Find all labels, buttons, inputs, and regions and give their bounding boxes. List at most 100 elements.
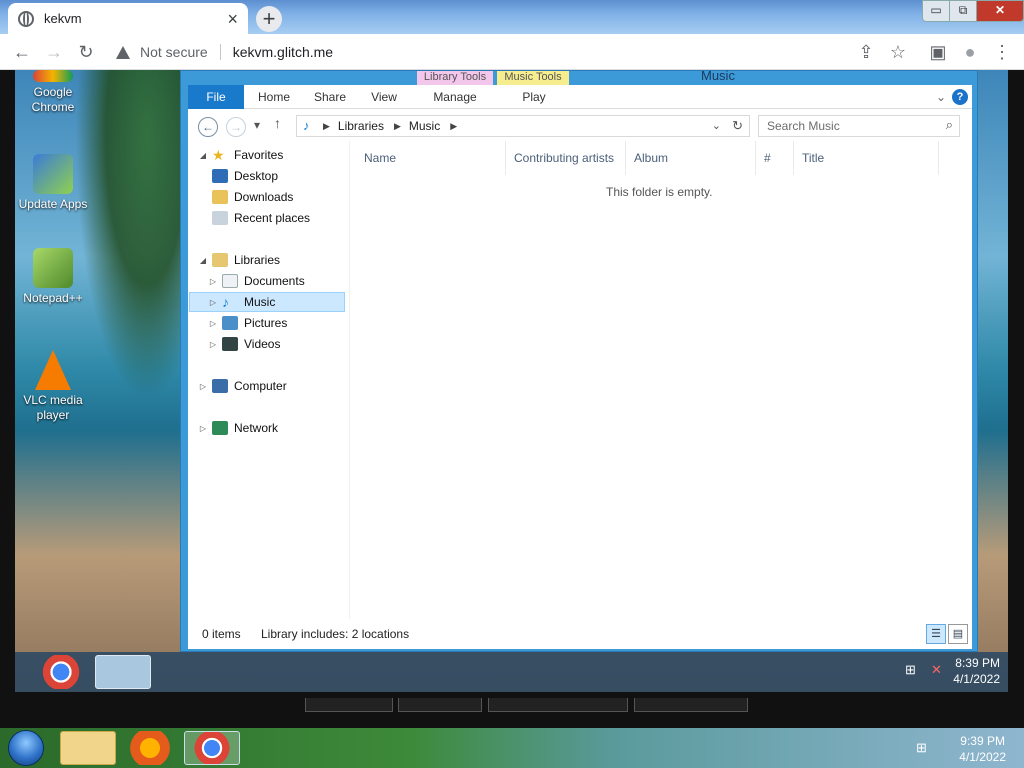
nav-music[interactable]: ▷ ♪ Music — [189, 292, 345, 312]
tab-file[interactable]: File — [188, 85, 244, 109]
nav-recent-places[interactable]: Recent places — [208, 208, 310, 228]
music-tools-context-tab[interactable]: Music Tools — [497, 71, 569, 85]
breadcrumb-separator-icon[interactable]: ▶ — [323, 121, 330, 132]
reload-icon[interactable]: ↻ — [76, 42, 96, 62]
column-header-track-number[interactable]: # — [756, 141, 794, 175]
nav-pictures[interactable]: ▷ Pictures — [208, 313, 287, 333]
firefox-taskbar-icon[interactable] — [122, 731, 178, 765]
kvm-control-button[interactable] — [398, 698, 482, 712]
column-header-title[interactable]: Title — [794, 141, 939, 175]
refresh-icon[interactable]: ↻ — [732, 118, 743, 134]
nav-documents[interactable]: ▷ Documents — [208, 271, 305, 291]
desktop-icon-update-apps[interactable]: Update Apps — [15, 154, 91, 212]
desktop-icon-notepadpp[interactable]: Notepad++ — [15, 248, 91, 306]
browser-toolbar: ← → ↻ Not secure kekvm.glitch.me ⇪ ☆ ▣ ●… — [0, 34, 1024, 70]
volume-muted-icon[interactable]: ✕ — [931, 662, 947, 678]
forward-icon[interactable]: → — [44, 42, 64, 62]
address-bar[interactable]: Not secure kekvm.glitch.me — [108, 38, 918, 66]
search-music-input[interactable]: Search Music ⌕ — [758, 115, 960, 137]
details-view-icon[interactable]: ☰ — [926, 624, 946, 644]
profile-icon[interactable]: ● — [960, 42, 980, 62]
kvm-control-button[interactable] — [634, 698, 748, 712]
address-dropdown-icon[interactable]: ⌄ — [712, 119, 721, 132]
nav-libraries[interactable]: ◢ Libraries — [198, 250, 280, 270]
breadcrumb-separator-icon[interactable]: ▶ — [394, 121, 401, 132]
help-icon[interactable]: ? — [952, 89, 968, 105]
expand-arrow-icon[interactable]: ▷ — [198, 382, 208, 391]
expand-arrow-icon[interactable]: ▷ — [208, 277, 218, 286]
expand-arrow-icon[interactable]: ▷ — [208, 319, 218, 328]
nav-favorites[interactable]: ◢ ★ Favorites — [198, 145, 283, 165]
minimize-button[interactable]: ▭ — [922, 0, 950, 22]
videos-icon — [222, 337, 238, 351]
kvm-control-button[interactable] — [488, 698, 628, 712]
file-explorer-taskbar-icon[interactable] — [95, 655, 151, 689]
nav-label: Computer — [234, 379, 287, 393]
column-header-album[interactable]: Album — [626, 141, 756, 175]
share-icon[interactable]: ⇪ — [856, 42, 876, 62]
nav-downloads[interactable]: Downloads — [208, 187, 293, 207]
nav-desktop[interactable]: Desktop — [208, 166, 278, 186]
nav-label: Pictures — [244, 316, 288, 330]
tab-close-icon[interactable]: × — [227, 10, 238, 28]
desktop-icon-label: Google Chrome — [31, 85, 75, 114]
nav-computer[interactable]: ▷ Computer — [198, 376, 287, 396]
bookmark-star-icon[interactable]: ☆ — [888, 42, 908, 62]
breadcrumb-music[interactable]: Music — [409, 119, 440, 133]
column-header-name[interactable]: Name — [356, 141, 506, 175]
music-note-icon: ♪ — [222, 294, 229, 310]
start-button[interactable] — [8, 730, 44, 766]
explorer-address-bar[interactable]: ♪ ▶ Libraries ▶ Music ▶ ⌄ ↻ — [296, 115, 750, 137]
library-locations: Library includes: 2 locations — [261, 627, 410, 641]
tab-view[interactable]: View — [362, 85, 406, 109]
side-panel-icon[interactable]: ▣ — [928, 42, 948, 62]
remote-desktop-viewport[interactable]: Google Chrome Update Apps Notepad++ VLC … — [0, 70, 1024, 698]
kvm-control-strip — [0, 698, 1024, 728]
breadcrumb-libraries[interactable]: Libraries — [338, 119, 384, 133]
breadcrumb-separator-icon[interactable]: ▶ — [450, 121, 457, 132]
url-text[interactable]: kekvm.glitch.me — [233, 44, 333, 60]
network-tray-icon[interactable]: ⊞ — [916, 740, 932, 756]
expand-arrow-icon[interactable]: ▷ — [208, 298, 218, 307]
column-header-contributing-artists[interactable]: Contributing artists — [506, 141, 626, 175]
chrome-taskbar-icon[interactable] — [184, 731, 240, 765]
up-arrow-icon[interactable]: ↑ — [274, 115, 281, 131]
forward-arrow-icon[interactable]: → — [226, 117, 246, 137]
recent-locations-chevron-icon[interactable]: ▾ — [254, 118, 260, 132]
collapse-arrow-icon[interactable]: ◢ — [198, 256, 208, 265]
security-label[interactable]: Not secure — [140, 44, 208, 60]
desktop-icon-chrome[interactable]: Google Chrome — [15, 70, 91, 115]
tab-manage[interactable]: Manage — [420, 85, 490, 109]
nav-videos[interactable]: ▷ Videos — [208, 334, 280, 354]
restore-button[interactable]: ⧉ — [949, 0, 977, 22]
new-tab-button[interactable]: + — [256, 6, 282, 32]
ribbon-expand-chevron-icon[interactable]: ⌄ — [936, 90, 946, 104]
chrome-taskbar-icon[interactable] — [33, 655, 89, 689]
large-icons-view-icon[interactable]: ▤ — [948, 624, 968, 644]
nav-network[interactable]: ▷ Network — [198, 418, 278, 438]
remote-clock[interactable]: 8:39 PM 4/1/2022 — [953, 655, 1000, 687]
tab-home[interactable]: Home — [250, 85, 298, 109]
file-explorer-taskbar-icon[interactable] — [60, 731, 116, 765]
status-bar: 0 items Library includes: 2 locations ☰ … — [188, 619, 972, 649]
kvm-control-button[interactable] — [305, 698, 393, 712]
back-arrow-icon[interactable]: ← — [198, 117, 218, 137]
expand-arrow-icon[interactable]: ▷ — [208, 340, 218, 349]
collapse-arrow-icon[interactable]: ◢ — [198, 151, 208, 160]
library-tools-context-tab[interactable]: Library Tools — [417, 71, 493, 85]
nav-label: Videos — [244, 337, 281, 351]
expand-arrow-icon[interactable]: ▷ — [198, 424, 208, 433]
omnibox-divider — [219, 44, 221, 60]
network-tray-icon[interactable]: ⊞ — [905, 662, 921, 678]
search-placeholder: Search Music — [767, 119, 840, 133]
kebab-menu-icon[interactable]: ⋮ — [992, 42, 1012, 62]
desktop-icon-label: Update Apps — [18, 197, 88, 211]
browser-tab[interactable]: kekvm × — [8, 3, 248, 34]
tab-share[interactable]: Share — [306, 85, 354, 109]
window-close-button[interactable]: ✕ — [976, 0, 1024, 22]
tab-play[interactable]: Play — [498, 85, 570, 109]
back-icon[interactable]: ← — [12, 42, 32, 62]
globe-icon — [18, 10, 34, 27]
host-clock[interactable]: 9:39 PM 4/1/2022 — [959, 733, 1006, 765]
desktop-icon-vlc[interactable]: VLC media player — [15, 350, 91, 423]
